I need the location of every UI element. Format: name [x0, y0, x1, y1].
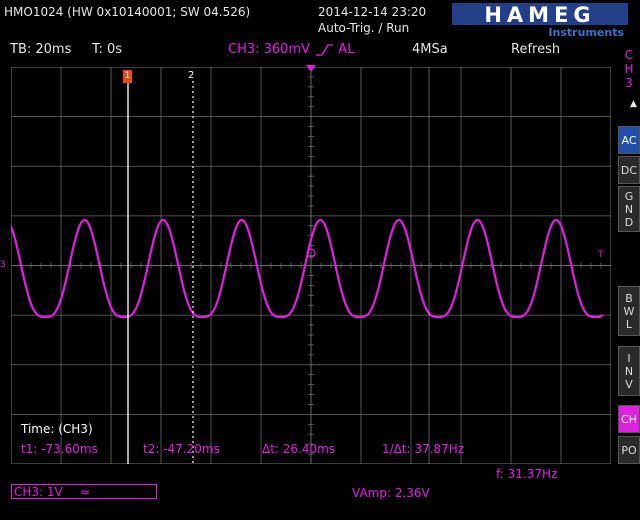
cursor-delta-t: Δt: 26.40ms — [262, 442, 336, 456]
waveform-plot — [9, 66, 612, 465]
datetime: 2014-12-14 23:20 — [318, 5, 427, 19]
brand-sub: Instruments — [548, 26, 624, 38]
cursor-1-marker[interactable]: 1 — [123, 70, 132, 83]
status-bar: TB: 20ms T: 0s CH3: 360mV AL 4MSa Refres… — [0, 39, 610, 59]
cursor-readout-title: Time: (CH3) — [21, 422, 93, 436]
bwl-button[interactable]: BWL — [618, 286, 640, 336]
cursor-t1: t1: -73.60ms — [21, 442, 98, 456]
run-mode: Auto-Trig. / Run — [318, 21, 410, 35]
ch3-offset-marker[interactable]: 3 — [0, 260, 6, 270]
acq-mode[interactable]: Refresh — [511, 42, 560, 57]
channel-setting-box[interactable]: CH3: 1V ≈ — [11, 484, 157, 499]
timebase[interactable]: TB: 20ms — [10, 42, 71, 57]
sample-rate: 4MSa — [412, 42, 448, 57]
coupling-dc-button[interactable]: DC — [618, 156, 640, 184]
frequency-readout: f: 31.37Hz — [496, 467, 558, 481]
channel-trigger[interactable]: CH3: 360mV AL — [228, 42, 354, 57]
trigger-time[interactable]: T: 0s — [92, 42, 122, 57]
channel-button[interactable]: CH — [618, 405, 640, 433]
device-info: HMO1024 (HW 0x10140001; SW 04.526) — [4, 5, 251, 19]
scope-display[interactable] — [9, 66, 612, 465]
scroll-up-icon[interactable]: ▲ — [630, 99, 637, 109]
ac-coupling-icon: ≈ — [80, 485, 91, 499]
trigger-level-marker[interactable]: T — [598, 250, 604, 260]
trigger-position-icon — [306, 58, 316, 77]
cursor-t2: t2: -47.20ms — [143, 442, 220, 456]
vamp-readout: VAmp: 2.36V — [352, 486, 430, 500]
position-button[interactable]: PO — [618, 436, 640, 464]
trigger-level: CH3: 360mV — [228, 42, 311, 57]
brand-text: HAMEG — [484, 3, 595, 27]
invert-button[interactable]: INV — [618, 346, 640, 396]
coupling-ac-button[interactable]: AC — [618, 126, 640, 154]
channel-scale: CH3: 1V — [14, 485, 63, 499]
coupling-gnd-button[interactable]: GND — [618, 186, 640, 232]
hameg-logo: HAMEG Instruments — [452, 2, 628, 39]
cursor-inverse-delta-t: 1/Δt: 37.87Hz — [382, 442, 465, 456]
cursor-2-marker[interactable]: 2 — [188, 70, 194, 81]
rising-edge-icon — [316, 43, 334, 56]
trigger-suffix: AL — [338, 42, 355, 57]
side-channel-label: CH3 — [624, 48, 634, 90]
